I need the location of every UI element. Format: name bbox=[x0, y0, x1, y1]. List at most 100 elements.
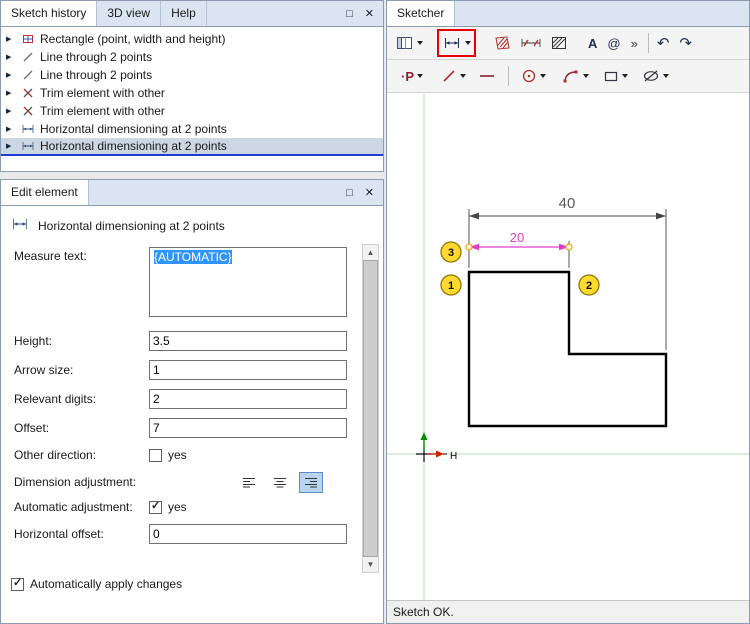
sketcher-panel: Sketcher A @ » ↶ ↷ ·P 40 20 3 1 2 H Sket… bbox=[386, 0, 750, 624]
tab-3d-view[interactable]: 3D view bbox=[97, 1, 162, 26]
toolbar-separator bbox=[647, 33, 649, 53]
dimension-point-icon[interactable] bbox=[565, 243, 573, 251]
history-item-trim-2[interactable]: ▶ Trim element with other bbox=[1, 102, 383, 120]
marker-3-text: 3 bbox=[448, 247, 454, 259]
hatch-tool-button[interactable] bbox=[490, 30, 514, 56]
scroll-down-icon[interactable]: ▼ bbox=[363, 557, 378, 572]
marker-2: 2 bbox=[578, 274, 600, 296]
other-direction-label: Other direction: bbox=[14, 448, 97, 462]
rectangle-tool-button[interactable] bbox=[601, 63, 630, 89]
automatic-adjustment-label: Automatic adjustment: bbox=[14, 500, 133, 514]
history-item-line-1[interactable]: ▶ Line through 2 points bbox=[1, 48, 383, 66]
arc-tool-icon bbox=[562, 68, 580, 84]
dropdown-caret-icon[interactable] bbox=[417, 41, 423, 45]
height-input[interactable] bbox=[149, 331, 347, 351]
horizontal-offset-input[interactable] bbox=[149, 524, 347, 544]
dropdown-caret-icon[interactable] bbox=[460, 74, 466, 78]
tab-sketch-history[interactable]: Sketch history bbox=[1, 1, 98, 26]
dropdown-caret-icon[interactable] bbox=[622, 74, 628, 78]
dropdown-caret-icon[interactable] bbox=[540, 74, 546, 78]
dimension-40-text[interactable]: 40 bbox=[559, 195, 576, 212]
relevant-digits-input[interactable] bbox=[149, 389, 347, 409]
marker-2-text: 2 bbox=[586, 280, 592, 292]
edit-element-header: Horizontal dimensioning at 2 points bbox=[1, 206, 383, 241]
expand-arrow-icon[interactable]: ▶ bbox=[6, 35, 15, 43]
history-item-label: Horizontal dimensioning at 2 points bbox=[40, 139, 227, 153]
sketch-canvas-area[interactable]: 40 20 3 1 2 H bbox=[387, 93, 749, 600]
measure-text-label: Measure text: bbox=[14, 249, 87, 263]
sketch-canvas[interactable]: 40 20 3 1 2 H bbox=[387, 93, 749, 600]
dimension-ticks-icon bbox=[520, 35, 542, 51]
maximize-icon[interactable]: □ bbox=[346, 8, 353, 20]
history-item-line-2[interactable]: ▶ Line through 2 points bbox=[1, 66, 383, 84]
toolbar-separator bbox=[508, 66, 509, 86]
redo-button[interactable]: ↷ bbox=[677, 30, 694, 56]
rectangle-tool-icon bbox=[603, 68, 619, 84]
dimension-style-button[interactable] bbox=[518, 30, 544, 56]
tab-sketcher[interactable]: Sketcher bbox=[387, 1, 456, 26]
undo-button[interactable]: ↶ bbox=[655, 30, 672, 56]
history-item-hdim-2-selected[interactable]: ▶ Horizontal dimensioning at 2 points bbox=[1, 138, 383, 156]
expand-arrow-icon[interactable]: ▶ bbox=[6, 89, 15, 97]
expand-arrow-icon[interactable]: ▶ bbox=[6, 71, 15, 79]
edit-form-scrollbar[interactable]: ▲ ▼ bbox=[362, 244, 379, 573]
relevant-digits-label: Relevant digits: bbox=[14, 392, 97, 406]
adjust-center-button[interactable] bbox=[268, 472, 292, 493]
dropdown-caret-icon[interactable] bbox=[417, 74, 423, 78]
arc-tool-button[interactable] bbox=[560, 63, 591, 89]
apply-changes-checkbox[interactable] bbox=[11, 576, 24, 591]
history-item-rectangle[interactable]: ▶ Rectangle (point, width and height) bbox=[1, 30, 383, 48]
history-item-label: Trim element with other bbox=[40, 86, 165, 100]
ellipse-tool-button[interactable] bbox=[640, 63, 671, 89]
toolbar-overflow-button[interactable]: » bbox=[629, 30, 640, 56]
maximize-icon[interactable]: □ bbox=[346, 187, 353, 199]
dimension-point-icon[interactable] bbox=[465, 243, 473, 251]
offset-label: Offset: bbox=[14, 421, 50, 435]
tab-help[interactable]: Help bbox=[161, 1, 207, 26]
dropdown-caret-icon[interactable] bbox=[465, 41, 471, 45]
expand-arrow-icon[interactable]: ▶ bbox=[6, 125, 15, 133]
expand-arrow-icon[interactable]: ▶ bbox=[6, 142, 15, 150]
overflow-chevron-icon: » bbox=[630, 35, 638, 51]
history-item-label: Line through 2 points bbox=[40, 68, 153, 82]
apply-changes-label: Automatically apply changes bbox=[30, 577, 183, 591]
scroll-up-icon[interactable]: ▲ bbox=[363, 245, 378, 260]
point-tool-button[interactable]: ·P bbox=[399, 63, 425, 89]
line-tool-button[interactable] bbox=[439, 63, 468, 89]
other-direction-checkbox[interactable] bbox=[149, 448, 162, 462]
redo-icon: ↷ bbox=[679, 34, 692, 52]
arrow-size-input[interactable] bbox=[149, 360, 347, 380]
history-item-label: Trim element with other bbox=[40, 104, 165, 118]
dimension-20-text[interactable]: 20 bbox=[510, 230, 524, 245]
close-icon[interactable]: ✕ bbox=[365, 7, 374, 20]
measure-text-input[interactable]: {AUTOMATIC} bbox=[149, 247, 347, 317]
text-tool-button[interactable]: A bbox=[586, 30, 599, 56]
horizontal-line-tool-button[interactable] bbox=[476, 63, 498, 89]
history-item-label: Rectangle (point, width and height) bbox=[40, 32, 226, 46]
align-center-icon bbox=[274, 478, 286, 488]
adjust-left-button[interactable] bbox=[237, 472, 261, 493]
scrollbar-thumb[interactable] bbox=[363, 260, 378, 557]
offset-input[interactable] bbox=[149, 418, 347, 438]
text-tool-icon: A bbox=[588, 35, 598, 51]
tab-edit-element[interactable]: Edit element bbox=[1, 180, 89, 205]
hatch-region-button[interactable] bbox=[548, 30, 570, 56]
point-tool-icon: ·P bbox=[401, 68, 414, 84]
display-mode-button[interactable] bbox=[393, 30, 425, 56]
hatch-icon bbox=[492, 34, 512, 52]
adjust-right-button[interactable] bbox=[299, 471, 323, 493]
horizontal-line-icon bbox=[478, 68, 496, 84]
dropdown-caret-icon[interactable] bbox=[663, 74, 669, 78]
close-icon[interactable]: ✕ bbox=[365, 186, 374, 199]
circle-tool-button[interactable] bbox=[519, 63, 548, 89]
dropdown-caret-icon[interactable] bbox=[583, 74, 589, 78]
automatic-adjustment-checkbox[interactable] bbox=[149, 499, 162, 514]
horizontal-dimension-tool-button[interactable] bbox=[437, 29, 476, 57]
history-item-hdim-1[interactable]: ▶ Horizontal dimensioning at 2 points bbox=[1, 120, 383, 138]
edit-element-title: Horizontal dimensioning at 2 points bbox=[38, 218, 225, 233]
expand-arrow-icon[interactable]: ▶ bbox=[6, 53, 15, 61]
history-item-trim-1[interactable]: ▶ Trim element with other bbox=[1, 84, 383, 102]
annotation-tool-button[interactable]: @ bbox=[605, 30, 622, 56]
dimension-20-selected: 20 bbox=[465, 230, 573, 268]
expand-arrow-icon[interactable]: ▶ bbox=[6, 107, 15, 115]
